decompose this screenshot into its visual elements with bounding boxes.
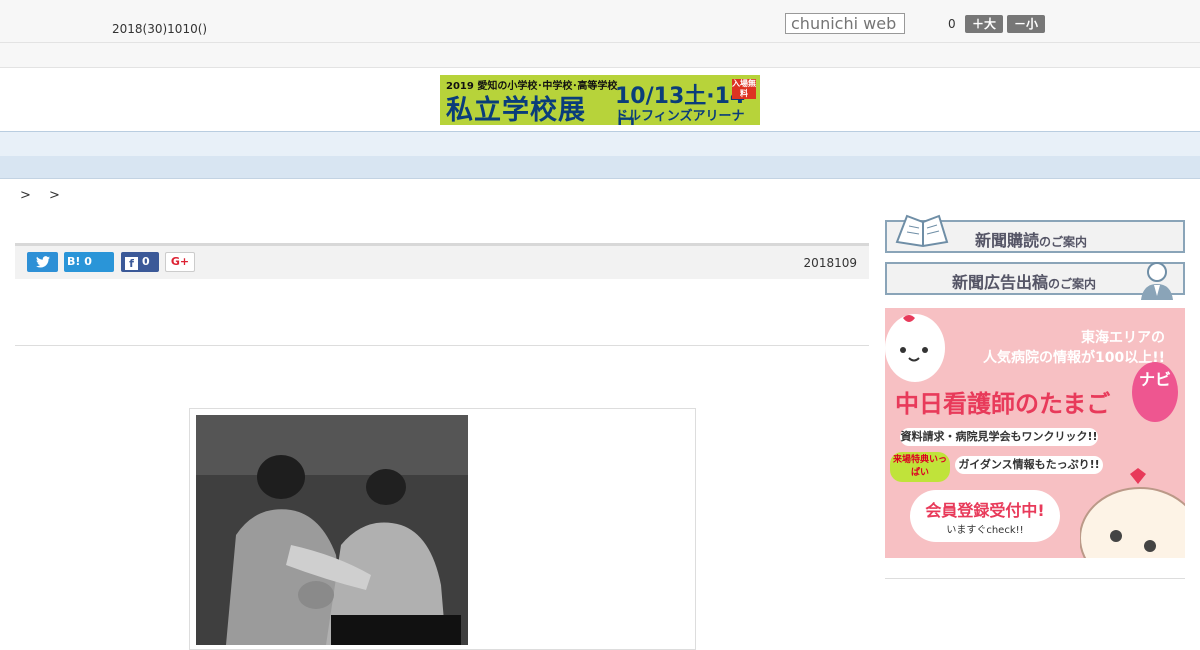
facebook-icon: f	[125, 257, 138, 270]
ad-headline: 東海エリアの 人気病院の情報が100以上!!	[983, 330, 1165, 366]
share-bar: B! 0 f0 G+ 2018109	[15, 243, 869, 279]
ad-cta[interactable]: 会員登録受付中! いますぐcheck!!	[910, 490, 1060, 542]
current-date: 2018(30)1010()	[112, 22, 208, 36]
breadcrumb-separator: >	[49, 188, 60, 203]
twitter-share-button[interactable]	[27, 252, 58, 272]
sidebar-divider	[885, 578, 1185, 579]
advertising-label: 新聞広告出稿のご案内	[952, 273, 1097, 292]
facebook-share-button[interactable]: f0	[121, 252, 159, 272]
businessman-icon	[1141, 262, 1173, 300]
advertising-guide-button[interactable]: 新聞広告出稿のご案内	[885, 262, 1185, 300]
ad-cta-sub: いますぐcheck!!	[946, 525, 1024, 536]
search-input[interactable]	[785, 13, 905, 34]
publish-date: 2018109	[803, 256, 857, 270]
banner-title: 私立学校展	[446, 95, 586, 125]
facebook-count: 0	[142, 255, 150, 268]
banner-free-badge: 入場無料	[732, 79, 756, 99]
ad-navi-badge: ナビ	[1132, 362, 1178, 422]
sub-bar	[0, 43, 1200, 68]
banner-venue: ドルフィンズアリーナ	[615, 109, 745, 124]
top-bar: 2018(30)1010() 0 ＋大 －小	[0, 0, 1200, 43]
ad-info-1: 資料請求・病院見学会もワンクリック!!	[900, 428, 1098, 446]
google-plus-share-button[interactable]: G+	[165, 252, 195, 272]
subscription-label: 新聞購読のご案内	[975, 231, 1088, 250]
ad-cta-label: 会員登録受付中!	[925, 501, 1045, 520]
twitter-icon	[35, 256, 50, 268]
newspaper-icon	[895, 214, 949, 248]
ad-title: 中日看護師のたまご	[895, 390, 1111, 418]
event-banner[interactable]: 2019 愛知の小学校･中学校･高等学校 私立学校展 10/13土·14日 ドル…	[440, 75, 760, 125]
article-photo	[196, 415, 468, 645]
hatena-bookmark-button[interactable]: B! 0	[64, 252, 114, 272]
font-size-up-button[interactable]: ＋大	[965, 15, 1003, 33]
article-photo-frame	[189, 408, 696, 650]
ad-tag: 来場特典いっぱい	[890, 452, 950, 482]
divider	[15, 345, 869, 346]
sub-nav	[0, 156, 1200, 179]
mascot-icon	[1080, 468, 1185, 558]
subscription-guide-button[interactable]: 新聞購読のご案内	[885, 214, 1185, 253]
counter: 0	[948, 17, 956, 31]
font-size-down-button[interactable]: －小	[1007, 15, 1045, 33]
main-nav	[0, 131, 1200, 157]
nurse-navi-ad[interactable]: 東海エリアの 人気病院の情報が100以上!! 中日看護師のたまご ナビ 資料請求・…	[885, 308, 1185, 558]
hatena-label: B! 0	[67, 255, 92, 268]
breadcrumb-separator: >	[20, 188, 31, 203]
